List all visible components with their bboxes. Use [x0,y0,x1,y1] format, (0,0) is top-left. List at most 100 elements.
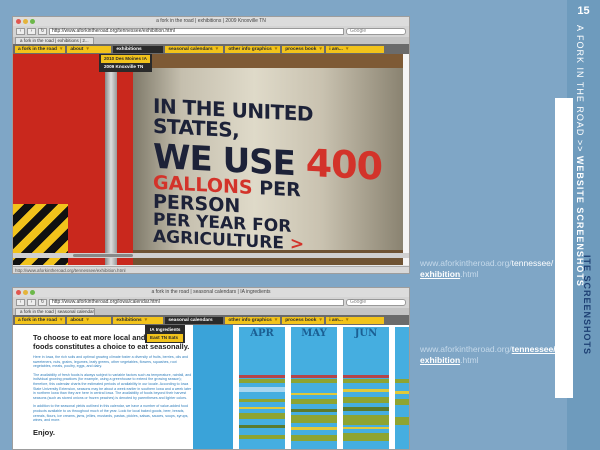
nav-seasonal-calendars[interactable]: seasonal calendars [165,316,224,324]
intro-paragraph-2: The availability of fresh foods is alway… [33,372,192,400]
forward-button[interactable]: › [27,299,36,306]
month-column-may: MAY [291,327,337,449]
nav-home[interactable]: a fork in the road ▾ [15,316,66,324]
caption1-ext: .html [460,269,479,279]
zoom-window-button[interactable] [30,19,35,24]
month-column-apr: APR [239,327,285,449]
barrel-rust-top [133,54,403,68]
search-field[interactable]: Google [346,28,406,35]
window-titlebar: a fork in the road | seasonal calendars … [13,288,409,297]
tab-bar: a fork in the road | seasonal calendar..… [13,308,409,315]
nav-other-info-graphics[interactable]: other info graphics ▾ [225,316,281,324]
window-title: a fork in the road | exhibitions | 2009 … [156,18,266,24]
caption-url-2: www.aforkintheroad.org/tennessee/ exhibi… [420,344,570,366]
month-column-partial [395,327,409,449]
chevron-down-icon: ▾ [86,317,89,323]
address-bar[interactable]: http://www.aforkintheroad.org/tennessee/… [49,28,344,35]
window-title: a fork in the road | seasonal calendars … [151,289,271,295]
address-bar[interactable]: http://www.aforkintheroad.org/iowa/calen… [49,299,344,306]
nav-about[interactable]: about ▾ [67,316,112,324]
nav-process-book[interactable]: process book ▾ [282,45,325,53]
browser-window-exhibition: a fork in the road | exhibitions | 2009 … [12,16,410,274]
caption1-part: tennessee/ [511,258,554,268]
dropdown-item-east-tn-eats[interactable]: East TN Eats [147,334,184,342]
barrel-message: IN THE UNITED STATES, WE USE 400 GALLONS… [153,94,393,259]
caption-url-1: www.aforkintheroad.org/tennessee/ exhibi… [420,258,560,280]
caption2-page: exhibition [420,355,461,365]
tab-bar: a fork in the road | exhibitions | 2... [13,37,409,44]
dropdown-item-knoxville[interactable]: 2009 Knoxville TN [101,63,150,71]
nav-process-book[interactable]: process book ▾ [282,316,325,324]
chevron-down-icon: ▾ [274,46,278,52]
zoom-window-button[interactable] [30,290,35,295]
dropdown-item-ia-ingredients[interactable]: IA Ingredients [147,326,183,334]
side-title-ghost: ITE SCREENSHOTS [582,255,592,356]
browser-tab[interactable]: a fork in the road | seasonal calendar..… [15,308,95,315]
chevron-down-icon: ▾ [59,46,63,52]
nav-i-am[interactable]: i am... ▾ [326,45,385,53]
close-window-button[interactable] [16,19,21,24]
caption2-ext: .html [460,355,479,365]
chevron-down-icon: ▾ [215,46,219,52]
search-field[interactable]: Google [346,299,406,306]
nav-i-am[interactable]: i am... ▾ [326,316,385,324]
month-columns: APR MAY JUN [239,327,409,449]
browser-tab[interactable]: a fork in the road | exhibitions | 2... [15,37,94,44]
nav-other-info-graphics[interactable]: other info graphics ▾ [225,45,281,53]
metal-pole [105,54,117,265]
calendar-page: To choose to eat more local and regional… [13,325,409,449]
calendars-dropdown: IA Ingredients East TN Eats [145,325,186,343]
nav-seasonal-calendars[interactable]: seasonal calendars ▾ [165,45,224,53]
horizontal-scrollbar[interactable] [13,253,409,258]
exhibition-photo: IN THE UNITED STATES, WE USE 400 GALLONS… [13,54,409,265]
forward-button[interactable]: › [27,28,36,35]
scrollbar-thumb[interactable] [73,254,133,257]
side-title: A FORK IN THE ROAD >> WEBSITE SCREENSHOT… [575,25,585,287]
reload-button[interactable]: ↻ [38,299,47,306]
caption1-base: www.aforkintheroad.org/ [420,258,512,268]
nav-exhibitions[interactable]: exhibitions ▾ [113,316,164,324]
month-label: MAY [301,328,327,339]
exhibitions-dropdown: 2010 Des Moines IA 2009 Knoxville TN [99,54,152,72]
browser-toolbar: ‹ › ↻ http://www.aforkintheroad.org/iowa… [13,297,409,308]
chevron-down-icon: ▾ [319,317,322,323]
caption2-base: www.aforkintheroad.org/ [420,344,512,354]
intro-paragraph-1: Here in Iowa, the rich soils and optimal… [33,355,188,369]
minimize-window-button[interactable] [23,290,28,295]
enjoy-text: Enjoy. [33,427,55,437]
window-titlebar: a fork in the road | exhibitions | 2009 … [13,17,409,26]
month-label: JUN [354,328,378,339]
intro-paragraph-3: In addition to the seasonal yields outli… [33,404,189,423]
site-nav: a fork in the road ▾ about ▾ exhibitions s… [13,44,409,54]
side-title-prefix: A FORK IN THE ROAD >> [575,25,585,156]
month-label: APR [250,328,274,339]
chevron-down-icon: ▾ [345,317,349,323]
browser-window-calendar: a fork in the road | seasonal calendars … [12,287,410,450]
nav-about[interactable]: about ▾ [67,45,112,53]
chevron-down-icon: ▾ [345,46,349,52]
page-number: 15 [577,5,590,17]
window-controls [16,290,35,295]
chevron-down-icon: ▾ [144,317,148,323]
browser-toolbar: ‹ › ↻ http://www.aforkintheroad.org/tenn… [13,26,409,37]
caption1-page: exhibition [420,269,461,279]
chevron-down-icon: ▾ [59,317,63,323]
site-nav: a fork in the road ▾ about ▾ exhibitions ▾ … [13,315,409,325]
back-button[interactable]: ‹ [16,28,25,35]
nav-exhibitions[interactable]: exhibitions [113,45,164,53]
chevron-down-icon: ▾ [86,46,89,52]
minimize-window-button[interactable] [23,19,28,24]
back-button[interactable]: ‹ [16,299,25,306]
chevron-down-icon: ▾ [319,46,322,52]
chevron-down-icon: ▾ [274,317,278,323]
dropdown-item-des-moines[interactable]: 2010 Des Moines IA [101,55,150,63]
nav-home[interactable]: a fork in the road ▾ [15,45,66,53]
reload-button[interactable]: ↻ [38,28,47,35]
status-bar: http://www.aforkintheroad.org/tennessee/… [13,266,409,273]
intro-text: To choose to eat more local and regional… [33,333,193,437]
caption2-part: tennessee/ [511,344,556,354]
iowa-graphic [193,325,233,449]
window-controls [16,19,35,24]
month-column-jun: JUN [343,327,389,449]
close-window-button[interactable] [16,290,21,295]
